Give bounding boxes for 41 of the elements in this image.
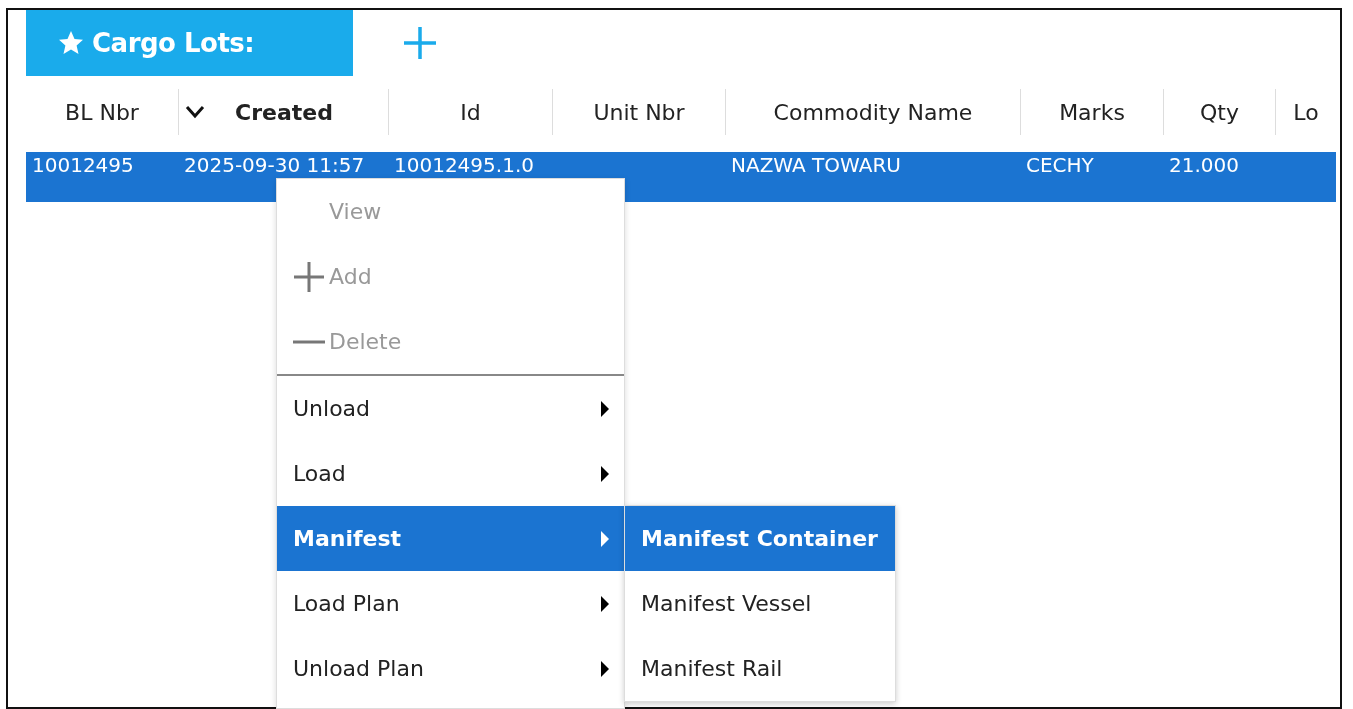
- menu-item[interactable]: Manifest: [277, 506, 624, 571]
- column-label: Created: [235, 99, 333, 125]
- add-button[interactable]: [403, 26, 437, 60]
- star-icon: [58, 30, 84, 56]
- plus-icon: [403, 26, 437, 60]
- plus-icon: [293, 260, 325, 293]
- menu-item-label: Manifest: [293, 526, 403, 551]
- caret-right-icon: [600, 530, 610, 547]
- column-header[interactable]: Lo: [1275, 89, 1336, 135]
- column-header[interactable]: Marks: [1020, 89, 1163, 135]
- caret-right-icon: [600, 660, 610, 677]
- column-header[interactable]: Qty: [1163, 89, 1275, 135]
- table-cell: 21.000: [1169, 154, 1239, 176]
- caret-right-icon: [600, 465, 610, 482]
- table-cell: NAZWA TOWARU: [731, 154, 901, 176]
- menu-item-label: Unload Plan: [293, 656, 425, 681]
- caret-right-icon: [600, 595, 610, 612]
- submenu-item[interactable]: Manifest Vessel: [625, 571, 895, 636]
- menu-item[interactable]: Load Plan: [277, 571, 624, 636]
- caret-right-icon: [600, 400, 610, 417]
- menu-item-label: Add: [329, 264, 373, 289]
- table-cell: 10012495: [32, 154, 134, 176]
- menu-item[interactable]: Unload: [277, 376, 624, 441]
- menu-item-label: Delete: [329, 329, 403, 354]
- minus-icon: [293, 339, 325, 344]
- menu-item-label: Unload: [293, 396, 372, 421]
- column-header[interactable]: BL Nbr: [26, 89, 178, 135]
- column-header[interactable]: Unit Nbr: [552, 89, 725, 135]
- column-header[interactable]: Commodity Name: [725, 89, 1020, 135]
- table-cell: 2025-09-30 11:57: [184, 154, 365, 176]
- column-header[interactable]: Id: [388, 89, 552, 135]
- menu-item[interactable]: Load: [277, 441, 624, 506]
- menu-item-label: Load Plan: [293, 591, 401, 616]
- table-cell: 10012495.1.0: [394, 154, 534, 176]
- menu-item-label: View: [329, 199, 383, 224]
- submenu-item[interactable]: Manifest Rail: [625, 636, 895, 701]
- table-cell: CECHY: [1026, 154, 1094, 176]
- submenu-item[interactable]: Manifest Container: [625, 506, 895, 571]
- panel-title: Cargo Lots:: [92, 28, 255, 58]
- menu-item-label: Load: [293, 461, 347, 486]
- menu-item[interactable]: Unload Plan: [277, 636, 624, 701]
